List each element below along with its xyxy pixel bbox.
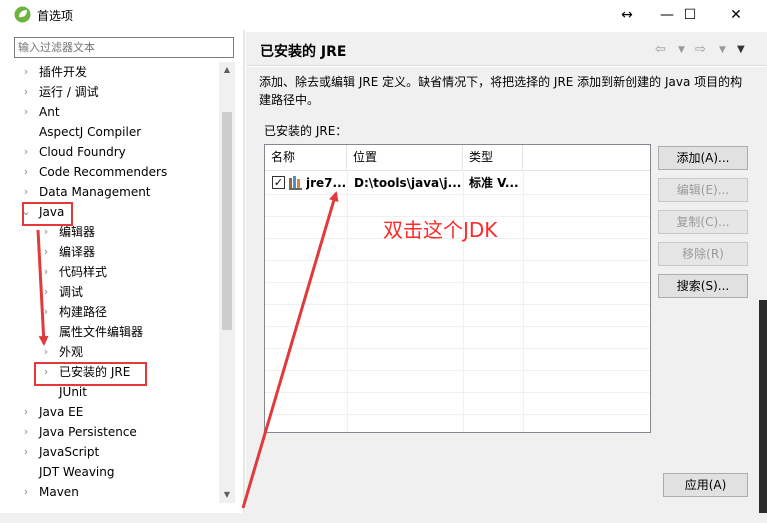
chevron-right-icon[interactable]: ›	[40, 282, 52, 302]
tree-item-label: Java Persistence	[39, 425, 137, 439]
scroll-down-icon[interactable]: ▼	[219, 487, 235, 503]
tree-item[interactable]: › Code Recommenders	[14, 162, 219, 182]
column-header-location[interactable]: 位置	[347, 145, 463, 170]
bottom-strip	[0, 513, 767, 523]
tree-item[interactable]: › Java Persistence	[14, 422, 219, 442]
tree-item[interactable]: › 编译器	[14, 242, 219, 262]
jre-table[interactable]: 名称 位置 类型 ✓ jre7... D:\tools\java\j... 标准…	[264, 144, 651, 433]
java-highlight-box	[22, 202, 73, 226]
annotation-text: 双击这个JDK	[383, 218, 498, 242]
chevron-right-icon[interactable]: ›	[40, 302, 52, 322]
chevron-right-icon[interactable]: ›	[20, 162, 32, 182]
page-header: 已安装的 JRE ⇦ ▼ ⇨ ▼ ▼	[246, 32, 767, 66]
tree-item-label: Cloud Foundry	[39, 145, 126, 159]
tree-item[interactable]: › 代码样式	[14, 262, 219, 282]
edit-button[interactable]: 编辑(E)...	[658, 178, 748, 202]
chevron-right-icon[interactable]: ›	[20, 182, 32, 202]
tree-item[interactable]: JDT Weaving	[14, 462, 219, 482]
maximize-button[interactable]: ☐	[667, 0, 713, 30]
tree-item-label: 外观	[59, 345, 84, 359]
tree-item[interactable]: › Maven	[14, 482, 219, 502]
remove-button[interactable]: 移除(R)	[658, 242, 748, 266]
forward-dropdown-icon[interactable]: ▼	[719, 45, 726, 55]
chevron-right-icon[interactable]: ›	[20, 482, 32, 502]
search-button[interactable]: 搜索(S)...	[658, 274, 748, 298]
chevron-right-icon[interactable]: ›	[20, 82, 32, 102]
jre-checkbox[interactable]: ✓	[272, 176, 285, 189]
tree-item[interactable]: › 构建路径	[14, 302, 219, 322]
title-bar: 首选项 ↔ — ☐ ✕	[0, 0, 767, 30]
tree-item[interactable]: › Cloud Foundry	[14, 142, 219, 162]
tree-item[interactable]: › Java EE	[14, 402, 219, 422]
jre-name-cell: jre7...	[306, 176, 346, 190]
tree-item-label: JavaScript	[39, 445, 100, 459]
scrollbar-thumb[interactable]	[222, 112, 232, 330]
back-dropdown-icon[interactable]: ▼	[678, 45, 685, 55]
tree-item-label: Code Recommenders	[39, 165, 168, 179]
filter-input[interactable]	[14, 37, 234, 58]
installed-jre-label: 已安装的 JRE：	[264, 124, 348, 138]
tree-item-label: JDT Weaving	[39, 465, 115, 479]
tree-item-label: 代码样式	[59, 265, 108, 279]
tree-item-label: Data Management	[39, 185, 151, 199]
page-body: 添加、除去或编辑 JRE 定义。缺省情况下，将把选择的 JRE 添加到新创建的 …	[246, 67, 767, 523]
spring-leaf-icon	[14, 6, 31, 23]
tree-item-label: Maven	[39, 485, 79, 499]
chevron-right-icon[interactable]: ›	[20, 102, 32, 122]
chevron-right-icon[interactable]: ›	[40, 342, 52, 362]
tree-item-label: 运行 / 调试	[39, 85, 99, 99]
tree-item[interactable]: › 外观	[14, 342, 219, 362]
forward-arrow-icon[interactable]: ⇨	[695, 42, 706, 57]
copy-button[interactable]: 复制(C)...	[658, 210, 748, 234]
tree-item[interactable]: › Ant	[14, 102, 219, 122]
preferences-tree[interactable]: › 插件开发 › 运行 / 调试 › Ant AspectJ Compiler › Cloud …	[14, 62, 234, 503]
tree-item[interactable]: AspectJ Compiler	[14, 122, 219, 142]
chevron-right-icon[interactable]: ›	[20, 402, 32, 422]
window-title: 首选项	[37, 9, 74, 23]
tree-item-label: 调试	[59, 285, 84, 299]
tree-item-label: 属性文件编辑器	[59, 325, 144, 339]
tree-scrollbar[interactable]: ▲ ▼	[219, 62, 235, 503]
scroll-up-icon[interactable]: ▲	[219, 62, 235, 78]
pane-divider[interactable]	[243, 30, 245, 523]
add-button[interactable]: 添加(A)...	[658, 146, 748, 170]
tree-item-label: 插件开发	[39, 65, 88, 79]
column-header-name[interactable]: 名称	[265, 145, 347, 170]
tree-item-label: 编译器	[59, 245, 96, 259]
tree-item[interactable]: › 调试	[14, 282, 219, 302]
jre-type-cell: 标准 V...	[469, 176, 519, 190]
chevron-right-icon[interactable]: ›	[20, 142, 32, 162]
installed-jre-highlight-box	[34, 362, 147, 386]
page-title: 已安装的 JRE	[260, 44, 347, 60]
tree-item[interactable]: › 插件开发	[14, 62, 219, 82]
tree-item-label: AspectJ Compiler	[39, 125, 142, 139]
background-window-edge	[759, 300, 767, 513]
tree-item[interactable]: › Data Management	[14, 182, 219, 202]
tree-item-label: Java EE	[39, 405, 84, 419]
page-description: 添加、除去或编辑 JRE 定义。缺省情况下，将把选择的 JRE 添加到新创建的 …	[259, 75, 743, 107]
close-button[interactable]: ✕	[713, 0, 759, 30]
back-arrow-icon[interactable]: ⇦	[655, 42, 666, 57]
tree-item[interactable]: › 运行 / 调试	[14, 82, 219, 102]
apply-button[interactable]: 应用(A)	[663, 473, 748, 497]
chevron-right-icon[interactable]: ›	[20, 62, 32, 82]
tree-item[interactable]: › JavaScript	[14, 442, 219, 462]
view-menu-icon[interactable]: ▼	[737, 44, 745, 55]
tree-item-label: Ant	[39, 105, 60, 119]
chevron-right-icon[interactable]: ›	[20, 442, 32, 462]
jre-location-cell: D:\tools\java\j...	[354, 176, 462, 190]
chevron-right-icon[interactable]: ›	[40, 262, 52, 282]
chevron-right-icon[interactable]: ›	[20, 422, 32, 442]
jre-library-icon	[289, 176, 302, 190]
tree-item[interactable]: 属性文件编辑器	[14, 322, 219, 342]
tree-item-label: 构建路径	[59, 305, 108, 319]
column-header-type[interactable]: 类型	[463, 145, 523, 170]
chevron-right-icon[interactable]: ›	[40, 242, 52, 262]
